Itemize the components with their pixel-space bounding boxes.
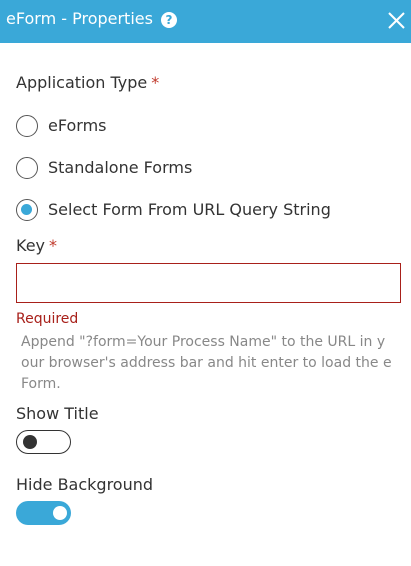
- key-input[interactable]: [16, 263, 401, 303]
- key-error-message: Required: [16, 311, 79, 327]
- required-asterisk: *: [151, 73, 160, 92]
- hide-background-toggle[interactable]: [16, 501, 71, 525]
- key-help-text: Append "?form=Your Process Name" to the …: [21, 334, 392, 392]
- hide-background-label: Hide Background: [16, 475, 154, 494]
- close-icon[interactable]: [387, 11, 406, 30]
- key-label: Key *: [16, 236, 57, 255]
- application-type-label-text: Application Type: [16, 73, 148, 92]
- radio-label-eforms: eForms: [48, 116, 107, 135]
- radio-button-standalone-forms[interactable]: [16, 157, 38, 179]
- panel-title: eForm - Properties: [6, 9, 153, 28]
- radio-button-url-query-string[interactable]: [16, 199, 38, 221]
- application-type-label: Application Type *: [16, 73, 159, 92]
- show-title-label: Show Title: [16, 404, 99, 423]
- toggle-knob: [53, 506, 67, 520]
- required-asterisk: *: [49, 236, 58, 255]
- radio-label-standalone-forms: Standalone Forms: [48, 158, 193, 177]
- help-icon[interactable]: ?: [161, 12, 177, 28]
- show-title-toggle[interactable]: [16, 430, 71, 454]
- toggle-knob: [23, 435, 37, 449]
- radio-label-url-query-string: Select Form From URL Query String: [48, 200, 331, 219]
- panel-header: eForm - Properties ?: [0, 0, 411, 43]
- radio-button-eforms[interactable]: [16, 115, 38, 137]
- key-label-text: Key: [16, 236, 46, 255]
